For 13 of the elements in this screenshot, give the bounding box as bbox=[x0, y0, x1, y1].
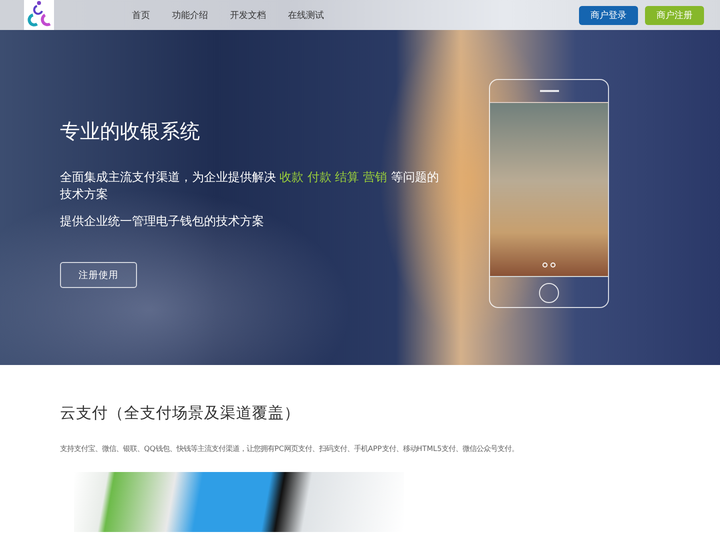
logo-icon bbox=[24, 0, 54, 30]
carousel-dots-icon bbox=[542, 262, 556, 268]
section-title: 云支付（全支付场景及渠道覆盖） bbox=[60, 403, 301, 424]
nav-link[interactable]: 首页 bbox=[132, 8, 150, 22]
nav-link[interactable]: 在线测试 bbox=[288, 8, 324, 22]
login-button[interactable]: 商户登录 bbox=[579, 6, 638, 24]
nav-link[interactable]: 功能介绍 bbox=[172, 8, 208, 22]
hero-subtitle: 提供企业统一管理电子钱包的技术方案 bbox=[60, 213, 265, 230]
register-use-button[interactable]: 注册使用 bbox=[60, 262, 137, 288]
nav-link[interactable]: 开发文档 bbox=[230, 8, 266, 22]
hero-intro: 全面集成主流支付渠道，为企业提供解决 收款 付款 结算 营销 等问题的技术方案 bbox=[60, 169, 440, 203]
home-button-icon bbox=[539, 283, 559, 303]
hero-title: 专业的收银系统 bbox=[60, 118, 201, 145]
